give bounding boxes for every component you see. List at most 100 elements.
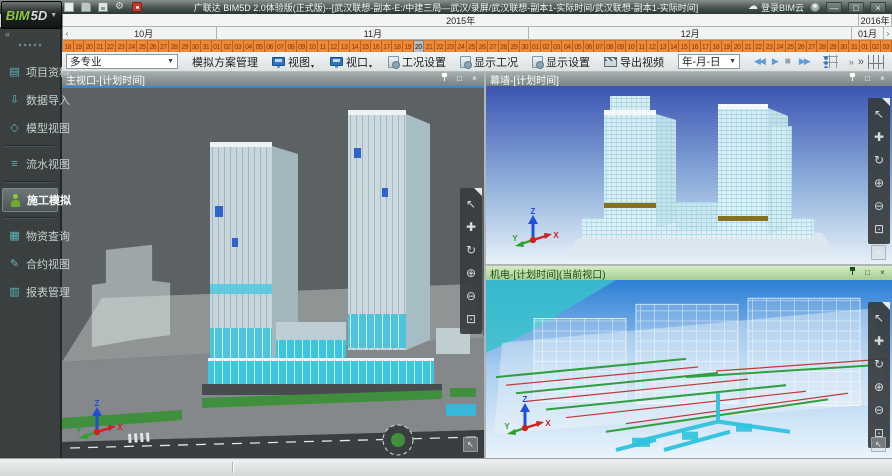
sidebar-item-model-view[interactable]: ◇ 模型视图 <box>2 116 58 140</box>
axis-z-label: Z <box>531 208 536 216</box>
restore-icon[interactable]: □ <box>862 267 873 279</box>
select-tool-icon[interactable]: ↖ <box>869 102 889 125</box>
sidebar-items: ▤ 项目资料 ⇩ 数据导入 ◇ 模型视图 ≡ 流水视图 施工模拟 ▦ 物资查询 … <box>0 58 60 306</box>
sidebar-item-contract-view[interactable]: ✎ 合约视图 <box>2 252 58 276</box>
close-icon[interactable]: × <box>877 73 888 85</box>
zoom-in-tool-icon[interactable]: ⊕ <box>869 375 889 398</box>
zoom-in-tool-icon[interactable]: ⊕ <box>461 261 481 284</box>
fast-forward-button[interactable]: ▶▶ <box>799 56 809 67</box>
sidebar-separator <box>5 145 55 147</box>
zoom-in-tool-icon[interactable]: ⊕ <box>869 171 889 194</box>
viewport-corner-icon: ↖ <box>467 440 474 449</box>
restore-icon[interactable]: □ <box>454 73 465 85</box>
select-tool-icon[interactable]: ↖ <box>869 306 889 329</box>
pin-icon[interactable] <box>847 266 858 280</box>
sidebar-item-material-query[interactable]: ▦ 物资查询 <box>2 224 58 248</box>
viewport-mep-canvas[interactable]: Z X Y ↖ ✚ ↻ ⊕ ⊖ ⊡ ↖ <box>486 280 892 458</box>
viewport-corner-button[interactable]: ↖ <box>871 437 886 452</box>
sidebar-item-report-management[interactable]: ▥ 报表管理 <box>2 280 58 304</box>
viewport-corner-button[interactable]: ↖ <box>463 437 478 452</box>
zoom-out-tool-icon[interactable]: ⊖ <box>869 398 889 421</box>
timeline-scroll-right-icon[interactable]: › <box>884 27 892 39</box>
timeline-month-label[interactable]: 11月 <box>217 27 529 39</box>
viewport-main-canvas[interactable]: Z X Y ↖ ✚ ↻ ⊕ ⊖ ⊡ ↖ <box>62 86 484 458</box>
show-working-condition-button[interactable]: 显示工况 <box>454 53 524 71</box>
date-format-select[interactable]: 年-月-日 ▼ <box>678 54 740 69</box>
select-tool-icon[interactable]: ↖ <box>461 192 481 215</box>
logo-bim-text: BIM <box>6 8 30 23</box>
viewport-button[interactable]: 视口 ▾ <box>324 53 380 71</box>
orbit-tool-icon[interactable]: ↻ <box>869 148 889 171</box>
simulation-plan-button[interactable]: 模拟方案管理 <box>186 53 264 71</box>
axis-y-label: Y <box>76 426 82 435</box>
timeline-month-label[interactable]: 01月 <box>852 27 884 39</box>
working-condition-settings-button[interactable]: 工况设置 <box>382 53 452 71</box>
viewport-curtain-wall: 幕墙-[计划时间] □ × <box>486 72 892 264</box>
minimize-button[interactable]: — <box>826 2 842 13</box>
pin-icon[interactable] <box>439 72 450 86</box>
sidebar-item-data-import[interactable]: ⇩ 数据导入 <box>2 88 58 112</box>
overflow-chevron-icon[interactable]: » <box>858 56 864 68</box>
simulation-timeline: 2015年 2016年 ‹ 10月 11月 12月 01月 › 18 19 20… <box>62 14 892 52</box>
close-icon[interactable]: × <box>469 73 480 85</box>
stop-button[interactable]: ■ <box>785 56 791 67</box>
axis-x-label: X <box>553 231 559 240</box>
maximize-button[interactable]: □ <box>848 2 864 13</box>
viewport-curtain-header[interactable]: 幕墙-[计划时间] □ × <box>486 72 892 86</box>
flow-view-icon: ≡ <box>8 158 21 171</box>
sidebar-item-construction-simulation[interactable]: 施工模拟 <box>2 188 58 212</box>
timeline-month-label[interactable]: 12月 <box>529 27 852 39</box>
bim-cloud-login-button[interactable]: ☁ 登录BIM云 <box>748 1 804 14</box>
chevron-down-icon: ▾ <box>369 63 372 70</box>
pan-tool-icon[interactable]: ✚ <box>869 329 889 352</box>
construction-sim-person-icon <box>9 194 22 207</box>
zoom-out-tool-icon[interactable]: ⊖ <box>869 194 889 217</box>
viewport-corner-icon: ↖ <box>875 248 882 257</box>
pan-tool-icon[interactable]: ✚ <box>461 215 481 238</box>
window-title: 广联达 BIM5D 2.0体验版(正式版)--[武汉联想-副本-E:/中建三局—… <box>150 1 742 14</box>
zoom-fit-tool-icon[interactable]: ⊡ <box>869 217 889 240</box>
play-button[interactable]: ▶ <box>772 56 777 67</box>
export-video-button[interactable]: 导出视频 <box>598 53 670 71</box>
viewport-main-header[interactable]: 主视口-[计划时间] □ × <box>62 72 484 86</box>
timeline-month-label[interactable]: 10月 <box>71 27 217 39</box>
specialty-select[interactable]: 多专业 ▼ <box>66 54 178 69</box>
monitor-icon <box>330 57 343 66</box>
sidebar-item-project-docs[interactable]: ▤ 项目资料 <box>2 60 58 84</box>
curtain-viewport-tool-palette: ↖ ✚ ↻ ⊕ ⊖ ⊡ <box>868 98 890 244</box>
zoom-fit-tool-icon[interactable]: ⊡ <box>461 307 481 330</box>
sidebar-item-label: 模型视图 <box>26 120 70 136</box>
display-settings-icon <box>532 56 543 68</box>
network-diagram-icon[interactable] <box>868 55 884 69</box>
gantt-chart-icon[interactable] <box>823 55 838 68</box>
orbit-tool-icon[interactable]: ↻ <box>461 238 481 261</box>
sidebar-drag-handle[interactable] <box>18 43 42 47</box>
viewport-corner-button[interactable]: ↖ <box>871 245 886 260</box>
timeline-year-row: 2015年 2016年 <box>63 14 892 27</box>
open-file-icon[interactable] <box>81 2 91 12</box>
sidebar-item-flow-view[interactable]: ≡ 流水视图 <box>2 152 58 176</box>
user-avatar-icon[interactable] <box>810 2 820 12</box>
overflow-chevron-icon[interactable]: » <box>849 57 854 67</box>
axis-x-label: X <box>545 419 551 428</box>
pin-icon[interactable] <box>847 72 858 86</box>
pan-tool-icon[interactable]: ✚ <box>869 125 889 148</box>
viewport-mep-header[interactable]: 机电-[计划时间](当前视口) □ × <box>486 266 892 280</box>
save-icon[interactable] <box>98 2 108 12</box>
display-settings-button[interactable]: 显示设置 <box>526 53 596 71</box>
condition-settings-label: 工况设置 <box>402 54 446 70</box>
app-badge-icon[interactable] <box>132 2 142 12</box>
timeline-scroll-left-icon[interactable]: ‹ <box>63 27 71 39</box>
new-file-icon[interactable] <box>64 2 74 12</box>
viewport-curtain-canvas[interactable]: Z X Y ↖ ✚ ↻ ⊕ ⊖ ⊡ ↖ <box>486 86 892 264</box>
close-icon[interactable]: × <box>877 267 888 279</box>
restore-icon[interactable]: □ <box>862 73 873 85</box>
settings-icon[interactable]: ⚙ <box>115 2 125 12</box>
zoom-out-tool-icon[interactable]: ⊖ <box>461 284 481 307</box>
app-logo[interactable]: BIM 5D ▼ <box>1 1 62 29</box>
main-3d-scene[interactable] <box>62 88 484 458</box>
orbit-tool-icon[interactable]: ↻ <box>869 352 889 375</box>
view-button[interactable]: 视图 ▾ <box>266 53 322 71</box>
close-button[interactable]: × <box>870 2 886 13</box>
rewind-button[interactable]: ◀◀ <box>754 56 764 67</box>
